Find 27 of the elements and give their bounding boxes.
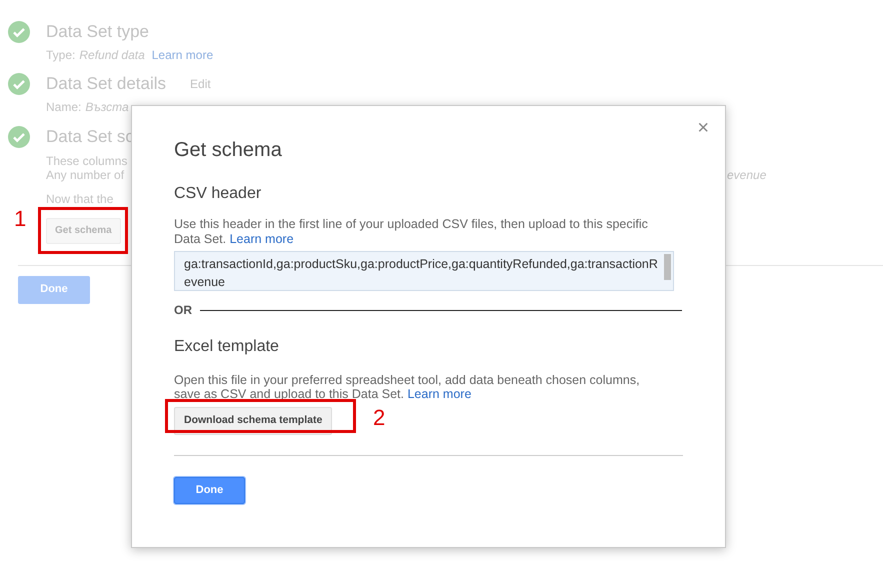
- step-description: evenue: [727, 168, 766, 182]
- field-value: Възста: [85, 100, 129, 114]
- done-button[interactable]: Done: [174, 477, 245, 504]
- separator-label: OR: [174, 302, 192, 319]
- step-description: These columns: [46, 154, 128, 168]
- csv-header-field[interactable]: ga:transactionId,ga:productSku,ga:productPrice,ga:quantityRefunded,ga:transactionRevenue: [174, 251, 674, 291]
- annotation-number: 2: [373, 404, 386, 432]
- step-description: Now that the: [46, 192, 114, 206]
- section-heading: Excel template: [174, 337, 280, 357]
- annotation-number: 1: [14, 205, 26, 233]
- learn-more-link[interactable]: Learn more: [152, 48, 214, 62]
- field-label: Type:: [46, 48, 76, 62]
- edit-link[interactable]: Edit: [190, 75, 211, 93]
- section-heading: CSV header: [174, 184, 262, 204]
- step-description: Any number of: [46, 168, 126, 182]
- learn-more-link[interactable]: Learn more: [230, 232, 294, 246]
- get-schema-button[interactable]: Get schema: [46, 218, 121, 244]
- scrollbar-thumb[interactable]: [664, 254, 671, 280]
- step-title: Data Set type: [46, 21, 150, 44]
- field-label: Name:: [46, 100, 82, 114]
- description-text: Open this file in your preferred spreadsheet tool, add data beneath chosen columns, save as CSV and upload to this Data Set. Learn more: [174, 373, 641, 401]
- learn-more-link[interactable]: Learn more: [407, 387, 472, 401]
- dialog-title: Get schema: [174, 138, 283, 163]
- step-title: Data Set details: [46, 73, 166, 96]
- field-value: Refund data: [79, 48, 145, 62]
- description-text: Use this header in the first line of your uploaded CSV files, then upload to this specific Data Set. Learn more: [174, 217, 649, 247]
- close-button[interactable]: ×: [697, 118, 709, 138]
